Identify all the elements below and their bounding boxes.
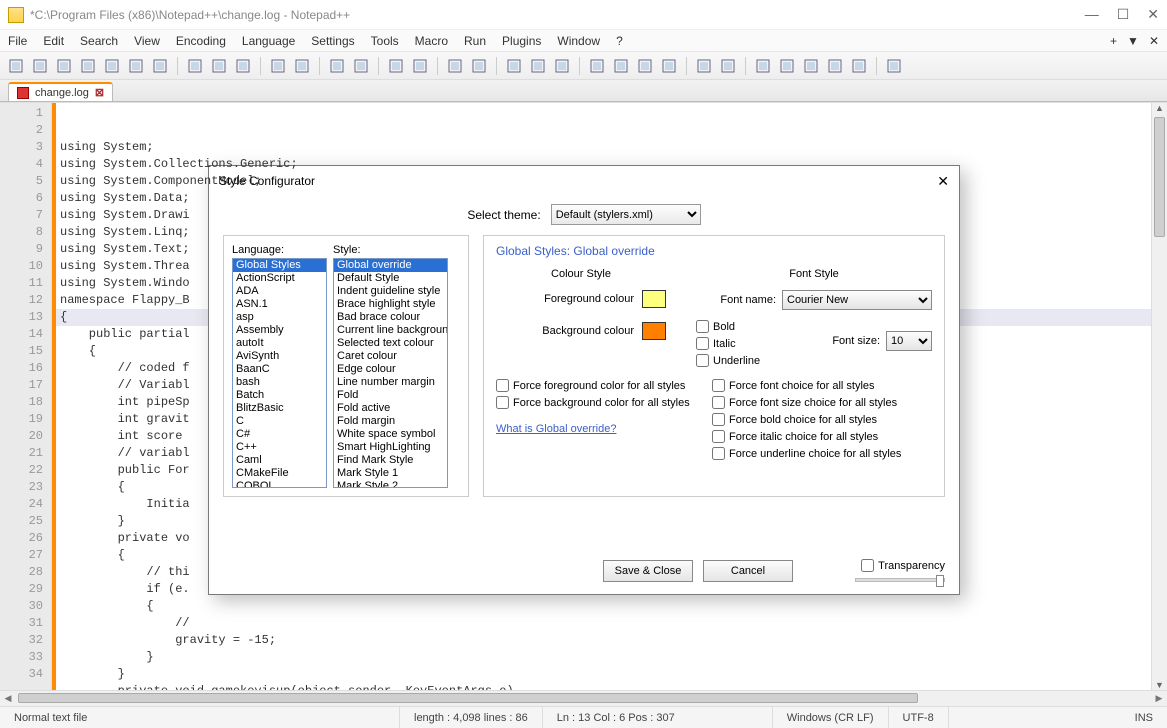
scroll-right-arrow[interactable]: ▶ [1151,693,1167,704]
save-icon[interactable] [54,56,74,76]
titlebar: *C:\Program Files (x86)\Notepad++\change… [0,0,1167,30]
menu-edit[interactable]: Edit [43,34,64,48]
minimize-button[interactable]: — [1085,6,1099,23]
zoom-out-icon[interactable] [410,56,430,76]
close-all-icon[interactable] [126,56,146,76]
zoom-in-icon[interactable] [386,56,406,76]
menu-plugins[interactable]: Plugins [502,34,541,48]
copy-icon[interactable] [209,56,229,76]
menu-language[interactable]: Language [242,34,295,48]
code-area[interactable]: using System; using System.Collections.G… [56,103,1151,690]
menu-encoding[interactable]: Encoding [176,34,226,48]
redo-icon[interactable] [292,56,312,76]
close-button[interactable]: ✕ [1147,6,1159,23]
indent-icon[interactable] [552,56,572,76]
play-multi-icon[interactable] [825,56,845,76]
scroll-up-arrow[interactable]: ▲ [1152,103,1167,113]
play-icon[interactable] [801,56,821,76]
toolbar [0,52,1167,80]
new-file-icon[interactable] [6,56,26,76]
window-title: *C:\Program Files (x86)\Notepad++\change… [30,8,1085,22]
vertical-scrollbar[interactable]: ▲ ▼ [1151,103,1167,690]
tabbar: change.log ⊠ [0,80,1167,102]
uncomment-icon[interactable] [718,56,738,76]
scroll-thumb[interactable] [1154,117,1165,237]
menu-macro[interactable]: Macro [415,34,448,48]
save-macro-icon[interactable] [849,56,869,76]
maximize-button[interactable]: ☐ [1117,6,1130,23]
app-icon [8,7,24,23]
status-filetype: Normal text file [0,707,400,728]
horizontal-scrollbar[interactable]: ◀ ▶ [0,690,1167,706]
menuright-btn[interactable]: ▼ [1127,34,1139,48]
menu-settings[interactable]: Settings [311,34,354,48]
stop-icon[interactable] [777,56,797,76]
func-list-icon[interactable] [659,56,679,76]
scroll-down-arrow[interactable]: ▼ [1152,680,1167,690]
menu-?[interactable]: ? [616,34,623,48]
menu-run[interactable]: Run [464,34,486,48]
menu-window[interactable]: Window [557,34,600,48]
menu-tools[interactable]: Tools [371,34,399,48]
find-icon[interactable] [327,56,347,76]
cut-icon[interactable] [185,56,205,76]
hscroll-thumb[interactable] [18,693,918,703]
statusbar: Normal text file length : 4,098 lines : … [0,706,1167,728]
print-icon[interactable] [150,56,170,76]
status-length: length : 4,098 lines : 86 [400,707,543,728]
menubar: File Edit Search View Encoding Language Settin… [0,30,1167,52]
status-encoding[interactable]: UTF-8 [889,707,949,728]
menu-view[interactable]: View [134,34,160,48]
sync-h-icon[interactable] [469,56,489,76]
status-position: Ln : 13 Col : 6 Pos : 307 [543,707,773,728]
paste-icon[interactable] [233,56,253,76]
record-icon[interactable] [753,56,773,76]
line-gutter: 1234567891011121314151617181920212223242… [0,103,52,690]
status-eol[interactable]: Windows (CR LF) [773,707,889,728]
close-icon[interactable] [102,56,122,76]
word-wrap-icon[interactable] [504,56,524,76]
menu-file[interactable]: File [8,34,27,48]
menuright-btn[interactable]: ✕ [1149,34,1159,48]
editor: 1234567891011121314151617181920212223242… [0,102,1167,690]
file-tab[interactable]: change.log ⊠ [8,82,113,101]
tab-close-icon[interactable]: ⊠ [95,86,104,99]
monitor-icon[interactable] [884,56,904,76]
tab-label: change.log [35,87,89,99]
sync-v-icon[interactable] [445,56,465,76]
save-all-icon[interactable] [78,56,98,76]
menu-search[interactable]: Search [80,34,118,48]
scroll-left-arrow[interactable]: ◀ [0,693,16,704]
menuright-btn[interactable]: + [1110,34,1117,48]
status-insert[interactable]: INS [949,707,1167,728]
unsaved-icon [17,87,29,99]
all-chars-icon[interactable] [528,56,548,76]
comment-icon[interactable] [694,56,714,76]
fold-icon[interactable] [587,56,607,76]
replace-icon[interactable] [351,56,371,76]
doc-map-icon[interactable] [635,56,655,76]
undo-icon[interactable] [268,56,288,76]
open-file-icon[interactable] [30,56,50,76]
unfold-icon[interactable] [611,56,631,76]
